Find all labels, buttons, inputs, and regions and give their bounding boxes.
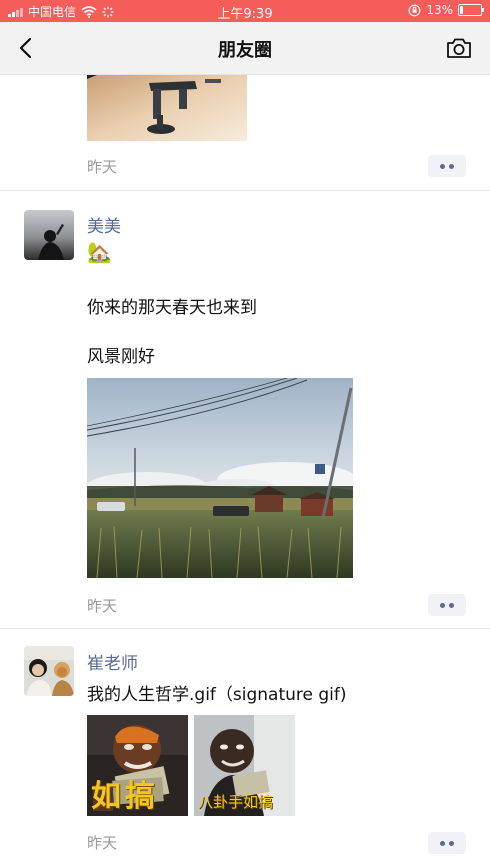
gif-caption: 如搞: [91, 779, 159, 814]
status-bar: 中国电信 上午9:39 13%: [0, 0, 490, 22]
battery-percent: 13%: [426, 3, 453, 17]
post-text-line: 我的人生哲学.gif（signature gif): [87, 685, 347, 705]
post-image[interactable]: [87, 378, 353, 578]
post-time: 昨天: [87, 597, 118, 615]
avatar[interactable]: [24, 646, 74, 696]
more-button[interactable]: [428, 155, 466, 177]
battery-fill: [460, 6, 463, 14]
more-button[interactable]: [428, 594, 466, 616]
orientation-lock-icon: [408, 4, 421, 16]
status-right: 13%: [408, 3, 484, 17]
camera-icon[interactable]: [446, 36, 472, 60]
battery-icon: [458, 4, 484, 16]
post-emoji: 🏡: [87, 240, 112, 264]
post-image[interactable]: [87, 75, 247, 141]
avatar-image: [24, 210, 74, 260]
gif-caption: 八卦手如搞: [198, 793, 274, 811]
post-time: 昨天: [87, 158, 118, 176]
post-divider: [0, 628, 490, 629]
post-gif[interactable]: 八卦手如搞: [194, 715, 295, 816]
post-divider: [0, 190, 490, 191]
post-text-line: 你来的那天春天也来到: [87, 298, 257, 318]
avatar-image: [24, 646, 74, 696]
post-gif[interactable]: 如搞: [87, 715, 188, 816]
drone-photo: [87, 75, 247, 141]
nav-bar: 朋友圈: [0, 22, 490, 75]
post-time: 昨天: [87, 834, 118, 852]
post-author[interactable]: 美美: [87, 212, 121, 237]
more-button[interactable]: [428, 832, 466, 854]
page-title: 朋友圈: [218, 40, 272, 61]
post-text-line: 风景刚好: [87, 347, 155, 367]
post-author[interactable]: 崔老师: [87, 649, 138, 674]
avatar[interactable]: [24, 210, 74, 260]
countryside-field-photo: [87, 378, 353, 578]
